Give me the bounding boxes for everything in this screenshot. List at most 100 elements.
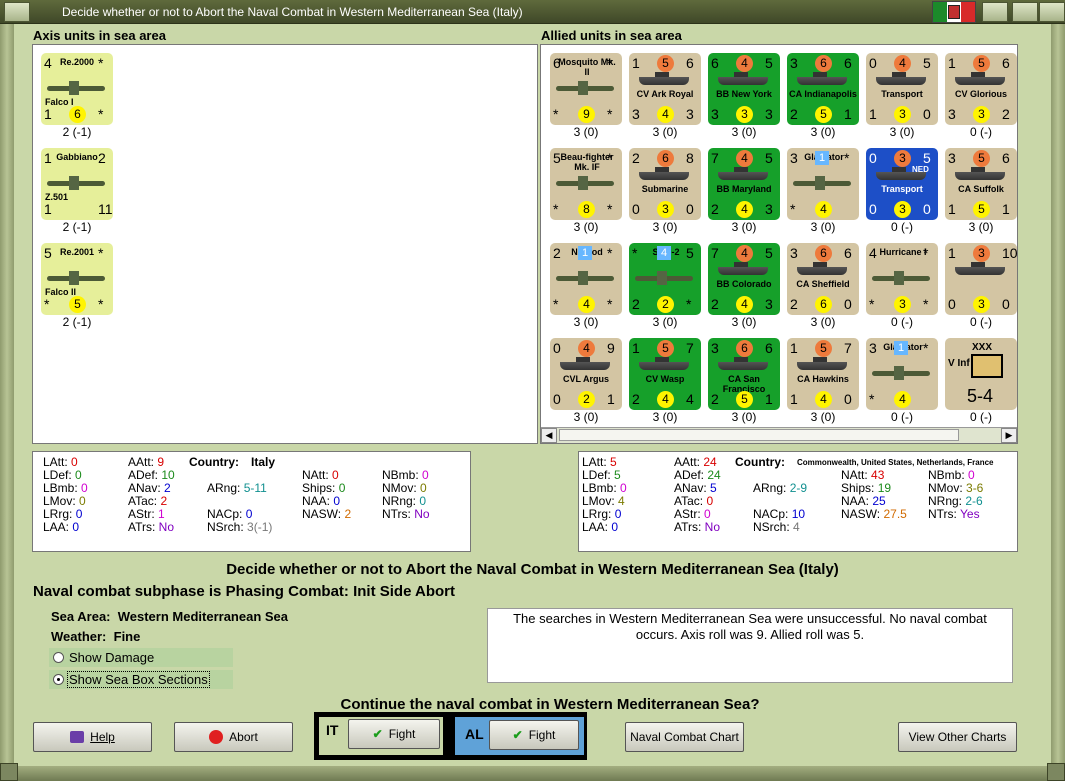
system-menu-button[interactable]: [4, 2, 30, 22]
stat-value: 25: [872, 494, 886, 508]
stat-item: ADef: 24: [674, 468, 721, 482]
attack-badge: 6: [736, 340, 753, 357]
factor-value: 6: [686, 55, 694, 71]
unit-counter[interactable]: Beau-fighter Mk. IF 5 * * 8 *: [550, 148, 622, 220]
stat-value: No: [158, 520, 175, 534]
close-button[interactable]: [1039, 2, 1065, 22]
stat-value: 0: [245, 507, 253, 521]
unit-counter[interactable]: CA Hawkins 1 5 7 1 4 0: [787, 338, 859, 410]
unit-counter[interactable]: Submarine 2 6 8 0 3 0: [629, 148, 701, 220]
stat-item: LAtt: 5: [582, 455, 617, 469]
unit-counter[interactable]: CA San Francisco 3 6 6 2 5 1: [708, 338, 780, 410]
unit-counter[interactable]: Gladiator31**4: [787, 148, 859, 220]
unit-counter[interactable]: Re.2000 Falco I 4 * 1 6 *: [41, 53, 113, 125]
stat-value: 10: [791, 507, 806, 521]
unit-label: 3 (0): [968, 220, 994, 234]
attack-badge: 4: [736, 150, 753, 167]
view-other-charts-button[interactable]: View Other Charts: [898, 722, 1017, 752]
unit-label: 0 (-): [891, 220, 913, 234]
stat-item: NTrs: No: [382, 507, 430, 521]
unit-counter[interactable]: BB New York 6 4 5 3 3 3: [708, 53, 780, 125]
unit-counter[interactable]: CVL Argus 0 4 9 0 2 1: [550, 338, 622, 410]
unit-counter[interactable]: Transport 0 3 5 0 3 0 NED: [866, 148, 938, 220]
restore-button[interactable]: [982, 2, 1008, 22]
ship-silhouette-icon: [718, 262, 768, 275]
it-fight-button[interactable]: ✔ Fight: [348, 719, 440, 749]
stat-item: LDef: 0: [43, 468, 82, 482]
unit-counter[interactable]: CA Sheffield 3 6 6 2 6 0: [787, 243, 859, 315]
unit-counter[interactable]: Re.2001 Falco II 5 * * 5 *: [41, 243, 113, 315]
unit-name-text: V Inf: [948, 358, 970, 369]
unit-counter[interactable]: BB Colorado 7 4 5 2 4 3: [708, 243, 780, 315]
unit-counter[interactable]: XXX V Inf 5-4: [945, 338, 1017, 410]
stat-value: 10: [161, 468, 175, 482]
factor-value: 0: [686, 201, 694, 217]
stat-label: LMov:: [43, 494, 76, 508]
help-button[interactable]: Help: [33, 722, 152, 752]
stat-item: AAtt: 9: [128, 455, 164, 469]
stat-item: ANav: 5: [674, 481, 717, 495]
unit-counter[interactable]: CV Ark Royal 1 5 6 3 4 3: [629, 53, 701, 125]
factor-value: 3: [711, 106, 719, 122]
stat-label: AAtt:: [128, 455, 155, 469]
stat-label: Ships:: [302, 481, 336, 495]
factor-value: 2: [553, 245, 561, 261]
show-damage-radio[interactable]: [53, 652, 64, 663]
defense-badge: 4: [657, 391, 674, 408]
show-damage-option[interactable]: Show Damage: [49, 648, 233, 667]
unit-counter[interactable]: Gladiator31**4: [866, 338, 938, 410]
unit-counter[interactable]: BB Maryland 7 4 5 2 4 3: [708, 148, 780, 220]
naval-combat-chart-button[interactable]: Naval Combat Chart: [625, 722, 744, 752]
factor-value: *: [98, 245, 104, 261]
show-sea-box-option[interactable]: Show Sea Box Sections: [49, 670, 233, 689]
stat-label: NAA:: [302, 494, 331, 508]
unit-counter[interactable]: CA Suffolk 3 5 6 1 5 1: [945, 148, 1017, 220]
stat-label: LAtt:: [43, 455, 68, 469]
factor-value: 0: [1002, 296, 1010, 312]
unit-counter[interactable]: Nimrod21**4*: [550, 243, 622, 315]
show-sea-box-radio[interactable]: [53, 674, 64, 685]
factor-value: 0: [553, 340, 561, 356]
scroll-right-arrow-icon[interactable]: ▶: [1001, 428, 1017, 443]
unit-counter[interactable]: Hurricane I 4 * * 3 *: [866, 243, 938, 315]
stat-label: LDef:: [582, 468, 611, 482]
stat-label: ANav:: [128, 481, 161, 495]
horizontal-scrollbar[interactable]: ◀ ▶: [541, 427, 1017, 443]
attack-badge: 4: [578, 340, 595, 357]
unit-name: BB New York: [716, 89, 772, 99]
defense-badge: 3: [894, 296, 911, 313]
scroll-thumb[interactable]: [559, 429, 959, 441]
unit-counter[interactable]: 1 3 10 0 3 0: [945, 243, 1018, 315]
factor-value: 2: [711, 296, 719, 312]
combat-message: The searches in Western Mediterranean Se…: [513, 611, 987, 642]
unit-counter[interactable]: CV Glorious 1 5 6 3 3 2: [945, 53, 1017, 125]
factor-value: 6: [711, 55, 719, 71]
stat-value: 0: [79, 494, 86, 508]
unit-counter[interactable]: Mosquito Mk. II 6 * * 9 *: [550, 53, 622, 125]
factor-value: 2: [711, 391, 719, 407]
al-fight-button[interactable]: ✔ Fight: [489, 720, 579, 750]
factor-value: 1: [44, 106, 52, 122]
unit-counter[interactable]: CA Indianapolis 3 6 6 2 5 1: [787, 53, 859, 125]
stat-item: ATac: 0: [674, 494, 713, 508]
factor-value: 5: [923, 55, 931, 71]
plane-silhouette-icon: [556, 271, 614, 285]
unit-counter[interactable]: CV Wasp 1 5 7 2 4 4: [629, 338, 701, 410]
factor-value: 3: [765, 201, 773, 217]
factor-value: *: [686, 296, 692, 312]
unit-counter[interactable]: Transport 0 4 5 1 3 0: [866, 53, 938, 125]
show-damage-label: Show Damage: [69, 650, 155, 665]
stat-value: Yes: [960, 507, 980, 521]
scroll-left-arrow-icon[interactable]: ◀: [541, 428, 557, 443]
abort-button[interactable]: Abort: [174, 722, 293, 752]
minimize-button[interactable]: [1012, 2, 1038, 22]
unit-counter[interactable]: Gabbiano Z.501 1 2 1 11: [41, 148, 113, 220]
stat-label: NAtt:: [841, 468, 868, 482]
unit-label: 3 (0): [810, 220, 836, 234]
unit-counter[interactable]: SBD-2*4522*: [629, 243, 701, 315]
stat-item: Ships: 19: [841, 481, 891, 495]
stat-item: LDef: 5: [582, 468, 621, 482]
allied-stats-panel: LAtt: 5 LDef: 5 LBmb: 0 LMov: 4 LRrg: 0 LAA: …: [578, 451, 1018, 552]
factor-value: 2: [790, 106, 798, 122]
stat-label: ARng:: [207, 481, 241, 495]
